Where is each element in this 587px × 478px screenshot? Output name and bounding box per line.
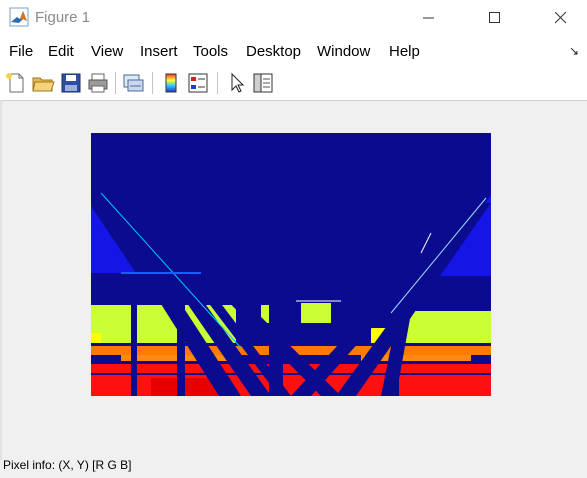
truss-image: [91, 133, 491, 396]
window-left-edge: [0, 100, 2, 460]
new-figure-icon: [6, 73, 24, 93]
menu-tools[interactable]: Tools: [193, 43, 228, 60]
new-figure-button[interactable]: [4, 71, 28, 95]
link-plot-icon: [123, 74, 144, 92]
insert-colorbar-icon: [165, 73, 177, 93]
link-plot-button[interactable]: [121, 71, 145, 95]
figure-toolbar: [0, 66, 587, 101]
minimize-icon: [423, 17, 434, 19]
menu-dock-arrow-icon[interactable]: ↘: [569, 44, 579, 58]
save-button[interactable]: [59, 71, 83, 95]
menu-desktop[interactable]: Desktop: [246, 43, 301, 60]
menu-bar: File Edit View Insert Tools Desktop Wind…: [0, 36, 587, 66]
toolbar-separator: [152, 72, 153, 94]
menu-file[interactable]: File: [9, 43, 33, 60]
menu-help[interactable]: Help: [389, 43, 420, 60]
print-icon: [88, 73, 108, 93]
menu-view[interactable]: View: [91, 43, 123, 60]
close-button[interactable]: [538, 0, 584, 36]
toolbar-separator: [217, 72, 218, 94]
maximize-button[interactable]: [472, 0, 518, 36]
minimize-button[interactable]: [406, 0, 452, 36]
toolbar-separator: [115, 72, 116, 94]
open-file-icon: [32, 77, 55, 92]
save-icon: [61, 73, 81, 93]
menu-insert[interactable]: Insert: [140, 43, 178, 60]
close-icon: [555, 12, 567, 24]
select-arrow-icon: [231, 72, 245, 93]
figure-image[interactable]: [91, 133, 491, 396]
window-title: Figure 1: [35, 9, 91, 26]
open-file-button[interactable]: [31, 71, 55, 95]
select-arrow-button[interactable]: [224, 71, 248, 95]
pixel-info-label: Pixel info: (X, Y) [R G B]: [3, 458, 132, 472]
property-inspector-button[interactable]: [251, 71, 275, 95]
title-bar: Figure 1: [0, 0, 587, 36]
menu-edit[interactable]: Edit: [48, 43, 74, 60]
print-button[interactable]: [86, 71, 110, 95]
property-inspector-icon: [253, 73, 273, 93]
menu-window[interactable]: Window: [317, 43, 370, 60]
insert-legend-button[interactable]: [186, 71, 210, 95]
maximize-icon: [489, 12, 500, 23]
insert-colorbar-button[interactable]: [159, 71, 183, 95]
insert-legend-icon: [188, 73, 208, 93]
matlab-logo-icon: [9, 7, 29, 27]
